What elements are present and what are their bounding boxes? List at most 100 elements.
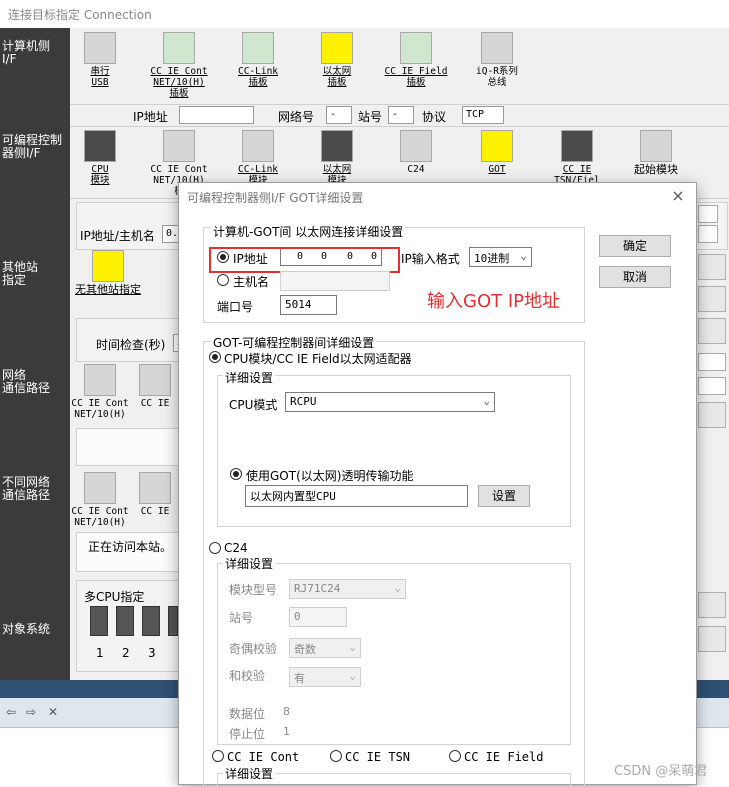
module-icon: [640, 130, 672, 162]
ip-format-select[interactable]: 10进制 ⌄: [469, 247, 532, 267]
cpu-3-icon[interactable]: [142, 606, 160, 636]
cc-ie-tsn-label: CC IE TSN: [345, 750, 411, 764]
right-field-1[interactable]: [698, 205, 718, 223]
no-other-station-option[interactable]: 无其他站指定: [68, 250, 148, 295]
serial-usb-icon: [84, 32, 116, 64]
transparent-transfer-checkbox[interactable]: [230, 468, 242, 480]
transparent-transfer-label: 使用GOT(以太网)透明传输功能: [246, 469, 414, 483]
module-type-select[interactable]: RJ71C24 ⌄: [289, 579, 406, 599]
label-diff-network-route: 不同网络 通信路径: [2, 475, 51, 502]
cc-ie-tsn-radio[interactable]: [330, 750, 342, 762]
right-field-2[interactable]: [698, 225, 718, 243]
plc-if-c24[interactable]: C24: [381, 130, 451, 175]
protocol-label: 协议: [422, 110, 447, 124]
cc-ie-cont-radio[interactable]: [212, 750, 224, 762]
cpu-4-icon[interactable]: [168, 606, 178, 636]
settings-button[interactable]: 设置: [478, 485, 530, 507]
module-icon: [84, 472, 116, 504]
cpu-1-icon[interactable]: [90, 606, 108, 636]
pc-ip-label: IP地址: [133, 110, 168, 124]
plc-if-cc-ie-tsn[interactable]: CC IE TSN/Fiel: [542, 130, 612, 186]
plc-if-ethernet[interactable]: 以太网 模块: [302, 130, 372, 186]
module-icon: [139, 472, 171, 504]
parity-select[interactable]: 奇数 ⌄: [289, 638, 361, 658]
cpu-2-icon[interactable]: [116, 606, 134, 636]
back-icon[interactable]: ⇦: [6, 705, 20, 719]
station-no-field[interactable]: -: [388, 106, 414, 124]
network-no-label: 网络号: [278, 110, 315, 124]
network-side-button[interactable]: [698, 402, 726, 428]
pc-got-section-title: 计算机-GOT间 以太网连接详细设置: [211, 223, 406, 240]
ip-highlight-box: [209, 247, 400, 273]
other-station-side-button[interactable]: [698, 286, 726, 312]
sum-check-select[interactable]: 有 ⌄: [289, 667, 361, 687]
cpu-number-3: 3: [148, 646, 156, 660]
pc-if-cc-link[interactable]: CC-Link 插板: [223, 32, 293, 88]
stop-bits-label: 停止位: [229, 727, 266, 741]
station-label: 站号: [229, 611, 254, 625]
diff-network-cc-ie-cont[interactable]: CC IE Cont NET/10(H): [65, 472, 135, 528]
pc-if-cc-ie-cont[interactable]: CC IE Cont NET/10(H) 插板: [144, 32, 214, 99]
host-name-radio[interactable]: [217, 274, 229, 286]
cc-ie-field-radio[interactable]: [449, 750, 461, 762]
pc-if-iq-r-bus[interactable]: iQ-R系列 总线: [462, 32, 532, 88]
pc-ip-field[interactable]: [179, 106, 254, 124]
divider: [70, 104, 729, 105]
chevron-down-icon: ⌄: [520, 249, 527, 262]
pc-if-ethernet[interactable]: 以太网 插板: [302, 32, 372, 88]
cpu-adapter-radio[interactable]: [209, 351, 221, 363]
host-name-field[interactable]: [280, 271, 390, 291]
side-field[interactable]: [698, 377, 726, 395]
other-station-side-button[interactable]: [698, 318, 726, 344]
protocol-field[interactable]: TCP: [462, 106, 504, 124]
chevron-down-icon: ⌄: [349, 640, 356, 653]
cpu-number-2: 2: [122, 646, 130, 660]
plc-if-cpu-module[interactable]: CPU 模块: [65, 130, 135, 186]
cancel-button[interactable]: 取消: [599, 266, 671, 288]
target-side-button[interactable]: [698, 626, 726, 652]
data-bits-value: 8: [283, 705, 290, 718]
plc-if-head-module[interactable]: 起始模块: [621, 130, 691, 175]
other-station-side-button[interactable]: [698, 254, 726, 280]
dialog-title: 可编程控制器侧I/F GOT详细设置: [187, 191, 364, 205]
c24-label: C24: [224, 541, 248, 555]
module-icon: [561, 130, 593, 162]
no-station-icon: [92, 250, 124, 282]
transparent-transfer-field[interactable]: 以太网内置型CPU: [245, 485, 468, 507]
station-no-label: 站号: [358, 110, 383, 124]
tool-icon[interactable]: ✕: [48, 705, 62, 719]
side-field[interactable]: [698, 353, 726, 371]
diff-network-cc-ie[interactable]: CC IE: [132, 472, 178, 517]
got-monitor-icon: [481, 130, 513, 162]
station-field[interactable]: 0: [289, 607, 347, 627]
module-icon: [163, 130, 195, 162]
network-no-field[interactable]: -: [326, 106, 352, 124]
network-cc-ie[interactable]: CC IE: [132, 364, 178, 409]
host-name-label: 主机名: [233, 275, 270, 289]
plc-if-got[interactable]: GOT: [462, 130, 532, 175]
stop-bits-value: 1: [283, 725, 290, 738]
cpu-module-icon: [84, 130, 116, 162]
label-pc-if: 计算机侧 I/F: [2, 39, 51, 66]
port-field[interactable]: 5014: [280, 295, 337, 315]
cpu-mode-select[interactable]: RCPU ⌄: [285, 392, 495, 412]
ethernet-module-icon: [321, 130, 353, 162]
plc-if-cc-link[interactable]: CC-Link 模块: [223, 130, 293, 186]
label-target-system: 对象系统: [2, 622, 51, 636]
c24-radio[interactable]: [209, 542, 221, 554]
forward-icon[interactable]: ⇨: [26, 705, 40, 719]
pc-if-serial-usb[interactable]: 串行 USB: [65, 32, 135, 88]
got-plc-section-title: GOT-可编程控制器间详细设置: [211, 334, 377, 351]
cpu-mode-label: CPU模式: [229, 398, 278, 412]
pc-if-cc-ie-field[interactable]: CC IE Field 插板: [381, 32, 451, 88]
watermark-text: CSDN @呆萌君: [614, 764, 708, 779]
label-network-route: 网络 通信路径: [2, 368, 51, 395]
module-icon: [84, 364, 116, 396]
target-side-button[interactable]: [698, 592, 726, 618]
time-check-label: 时间检查(秒): [96, 338, 166, 352]
ok-button[interactable]: 确定: [599, 235, 671, 257]
bottom-detail-title: 详细设置: [223, 765, 276, 782]
close-icon[interactable]: ×: [668, 186, 688, 206]
network-cc-ie-cont[interactable]: CC IE Cont NET/10(H): [65, 364, 135, 420]
ip-host-label: IP地址/主机名: [80, 229, 155, 243]
